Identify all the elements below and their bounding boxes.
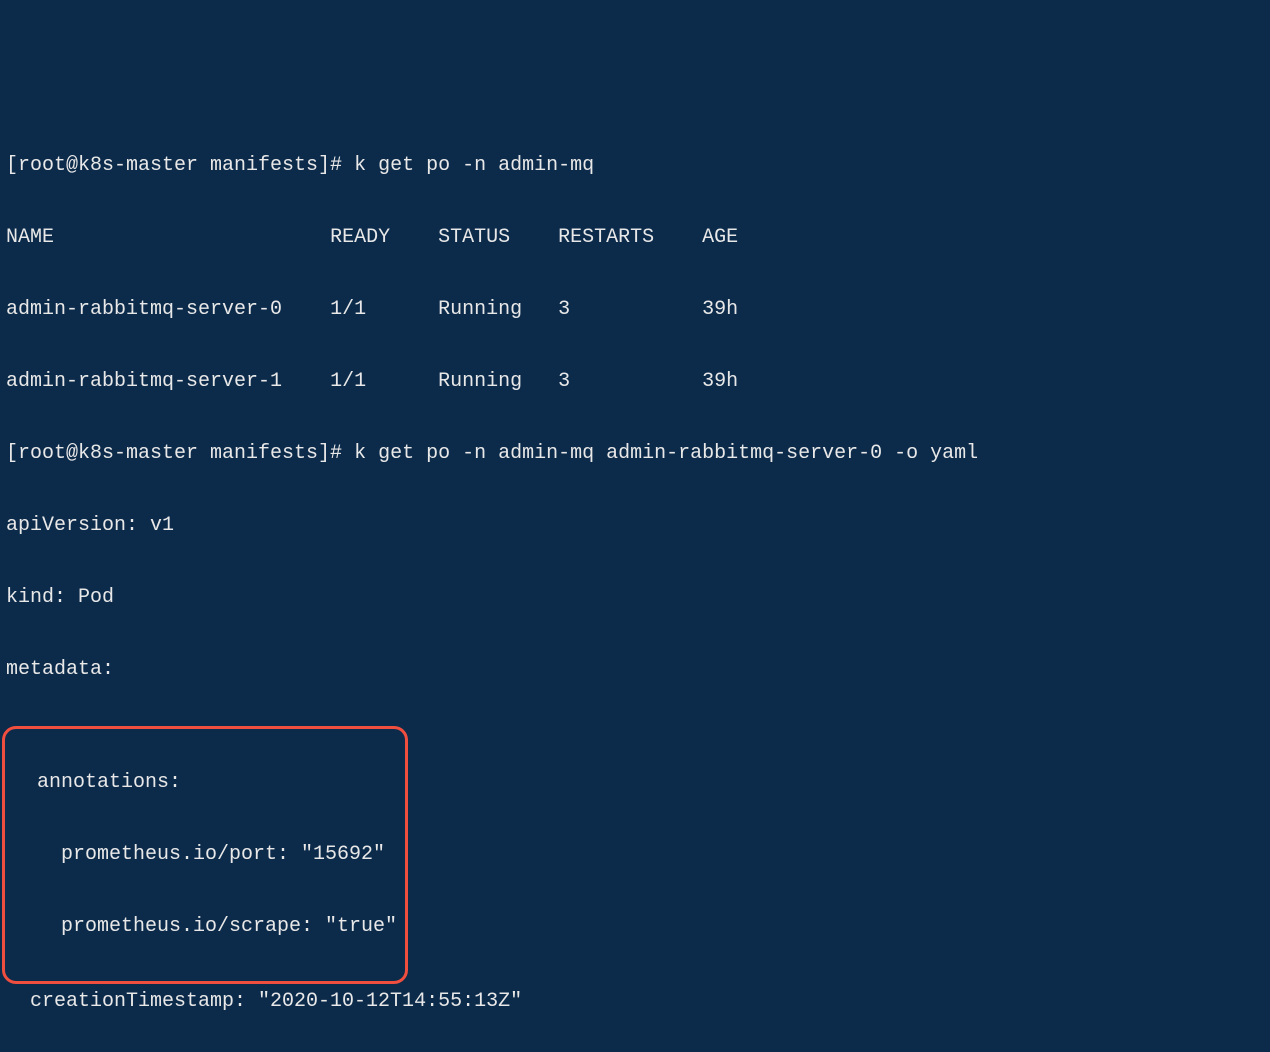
table-row: admin-rabbitmq-server-1 1/1 Running 3 39… [6,364,1264,400]
col-status: STATUS [438,226,510,249]
cell-restarts: 3 [558,370,570,393]
col-name: NAME [6,226,54,249]
command-text: k get po -n admin-mq admin-rabbitmq-serv… [354,442,978,465]
yaml-apiversion: apiVersion: v1 [6,508,1264,544]
cell-name: admin-rabbitmq-server-1 [6,370,282,393]
command-text: k get po -n admin-mq [354,154,594,177]
cell-ready: 1/1 [330,298,366,321]
yaml-prometheus-port: prometheus.io/port: "15692" [13,837,397,873]
prompt-line-1: [root@k8s-master manifests]# k get po -n… [6,148,1264,184]
prompt-line-2: [root@k8s-master manifests]# k get po -n… [6,436,1264,472]
col-restarts: RESTARTS [558,226,654,249]
cell-restarts: 3 [558,298,570,321]
yaml-metadata: metadata: [6,652,1264,688]
cell-age: 39h [702,298,738,321]
yaml-kind: kind: Pod [6,580,1264,616]
shell-prompt: [root@k8s-master manifests]# [6,154,342,177]
col-ready: READY [330,226,390,249]
col-age: AGE [702,226,738,249]
yaml-annotations: annotations: [13,765,397,801]
cell-age: 39h [702,370,738,393]
yaml-creation-timestamp: creationTimestamp: "2020-10-12T14:55:13Z… [6,984,1264,1020]
table-header-row: NAME READY STATUS RESTARTS AGE [6,220,1264,256]
cell-status: Running [438,298,522,321]
table-row: admin-rabbitmq-server-0 1/1 Running 3 39… [6,292,1264,328]
shell-prompt: [root@k8s-master manifests]# [6,442,342,465]
cell-status: Running [438,370,522,393]
yaml-prometheus-scrape: prometheus.io/scrape: "true" [13,909,397,945]
annotations-highlight-box: annotations: prometheus.io/port: "15692"… [2,726,408,984]
cell-ready: 1/1 [330,370,366,393]
cell-name: admin-rabbitmq-server-0 [6,298,282,321]
